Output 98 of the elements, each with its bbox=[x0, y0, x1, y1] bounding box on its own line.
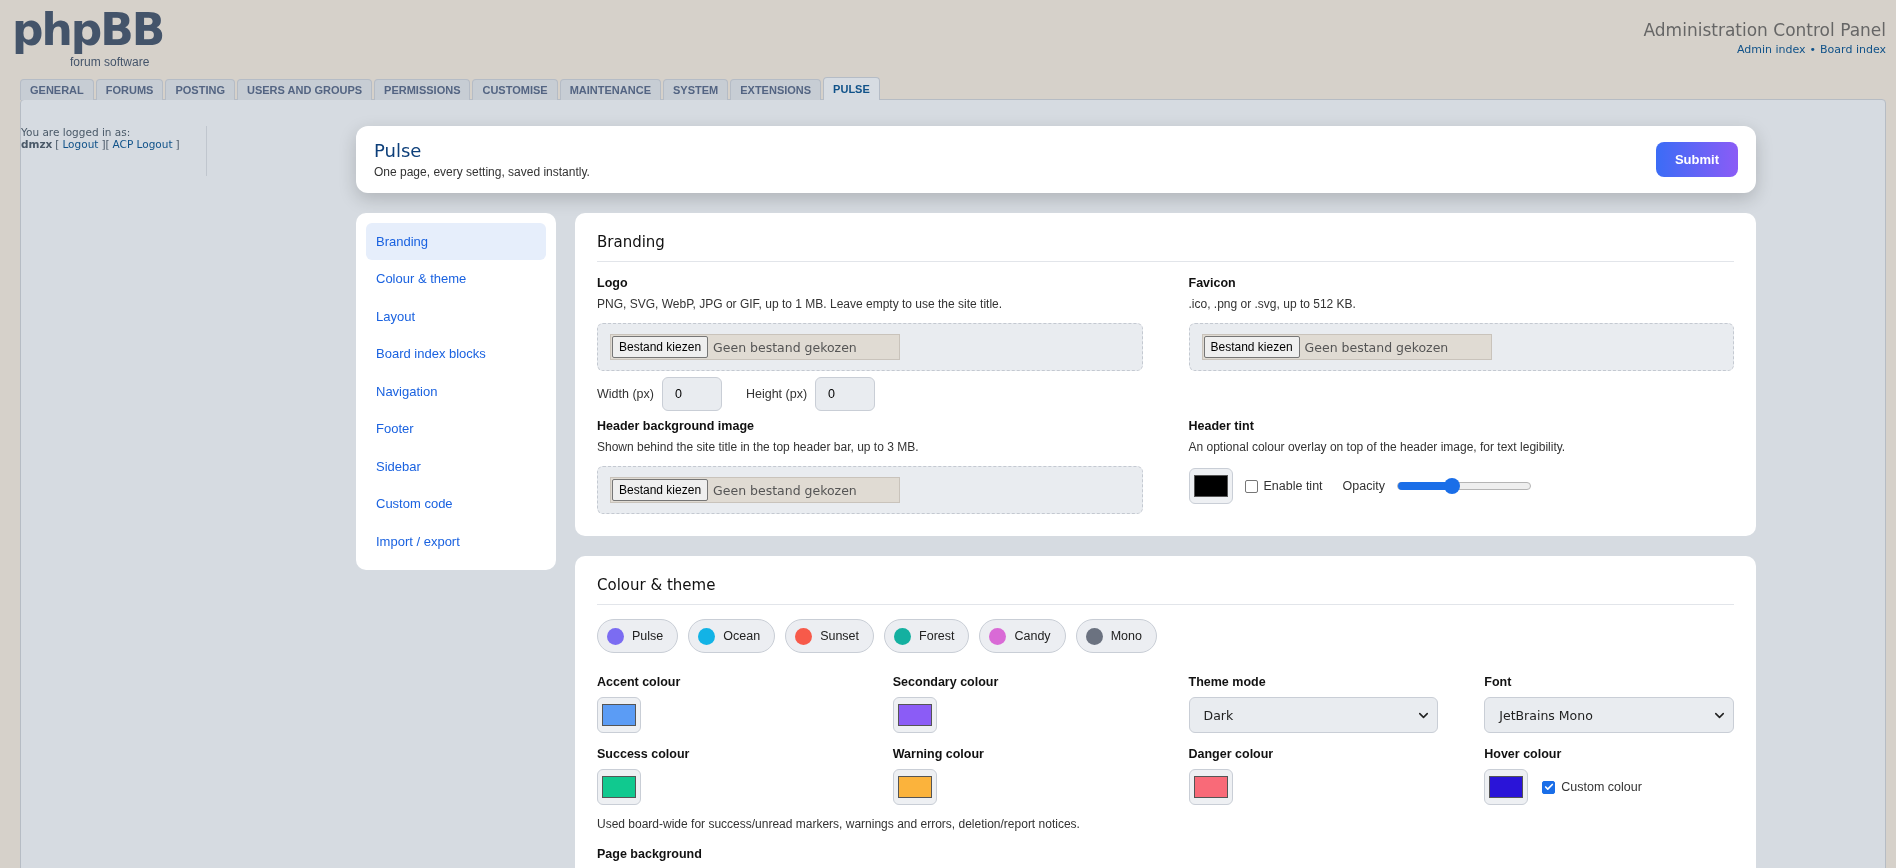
logo-tagline: forum software bbox=[70, 56, 150, 68]
slider-thumb[interactable] bbox=[1444, 478, 1461, 494]
field-label: Font bbox=[1484, 675, 1513, 689]
theme-preset[interactable]: Mono bbox=[1075, 619, 1157, 653]
nav-item[interactable]: Board index blocks bbox=[366, 335, 546, 372]
tab[interactable]: PULSE bbox=[823, 77, 880, 100]
file-input[interactable]: Bestand kiezen Geen bestand gekozen bbox=[1201, 334, 1492, 360]
dimension-label: Width (px) bbox=[597, 387, 654, 401]
tab[interactable]: SYSTEM bbox=[662, 79, 729, 100]
theme-preset[interactable]: Ocean bbox=[688, 619, 776, 653]
help-text: PNG, SVG, WebP, JPG or GIF, up to 1 MB. Leave empty to use the site title. bbox=[597, 297, 1004, 311]
drop-zone[interactable]: Bestand kiezen Geen bestand gekozen bbox=[597, 466, 1143, 514]
header-link[interactable]: Admin index bbox=[1736, 43, 1806, 56]
nav-item[interactable]: Branding bbox=[366, 223, 546, 260]
tab[interactable]: EXTENSIONS bbox=[730, 79, 822, 100]
field-label: Theme mode bbox=[1188, 675, 1267, 689]
field-label: Logo bbox=[597, 276, 629, 290]
file-status: Geen bestand gekozen bbox=[713, 339, 857, 355]
logout-link[interactable]: ACP Logout bbox=[112, 138, 173, 150]
color-picker[interactable] bbox=[1188, 769, 1233, 805]
dimension-label: Height (px) bbox=[745, 387, 808, 401]
nav-item[interactable]: Navigation bbox=[366, 373, 546, 410]
preset-label: Forest bbox=[919, 629, 955, 643]
tab[interactable]: CUSTOMISE bbox=[472, 79, 558, 100]
preset-label: Candy bbox=[1014, 629, 1051, 643]
logout-link[interactable]: Logout bbox=[62, 138, 99, 150]
file-input[interactable]: Bestand kiezen Geen bestand gekozen bbox=[610, 334, 900, 360]
nav-item[interactable]: Colour & theme bbox=[366, 260, 546, 297]
field-label: Header tint bbox=[1188, 419, 1255, 433]
preset-label: Ocean bbox=[723, 629, 761, 643]
choose-file-button[interactable]: Bestand kiezen bbox=[1203, 336, 1300, 358]
theme-preset[interactable]: Sunset bbox=[785, 619, 875, 653]
separator: • bbox=[1809, 43, 1817, 56]
preset-label: Pulse bbox=[632, 629, 664, 643]
preset-label: Sunset bbox=[820, 629, 860, 643]
help-text: .ico, .png or .svg, up to 512 KB. bbox=[1188, 297, 1357, 311]
color-picker[interactable] bbox=[597, 697, 641, 733]
section-title: Colour & theme bbox=[597, 574, 1734, 605]
tab[interactable]: USERS AND GROUPS bbox=[236, 79, 373, 100]
field-label: Success colour bbox=[597, 747, 691, 761]
field-label: Hover colour bbox=[1484, 747, 1563, 761]
number-input[interactable]: 0 bbox=[815, 377, 876, 411]
page-subtitle: One page, every setting, saved instantly. bbox=[374, 165, 590, 179]
page-title: Pulse bbox=[374, 140, 423, 161]
field-label: Warning colour bbox=[892, 747, 985, 761]
field-label: Page background bbox=[597, 847, 703, 861]
bracket: ] bbox=[175, 138, 180, 150]
submit-button[interactable]: Submit bbox=[1655, 142, 1738, 177]
theme-preset[interactable]: Pulse bbox=[597, 619, 679, 653]
field-label: Accent colour bbox=[597, 675, 682, 689]
choose-file-button[interactable]: Bestand kiezen bbox=[612, 336, 709, 358]
choose-file-button[interactable]: Bestand kiezen bbox=[612, 479, 709, 501]
preset-label: Mono bbox=[1110, 629, 1142, 643]
drop-zone[interactable]: Bestand kiezen Geen bestand gekozen bbox=[1188, 323, 1734, 371]
nav-item[interactable]: Import / export bbox=[366, 523, 546, 560]
help-text: Shown behind the site title in the top header bar, up to 3 MB. bbox=[597, 440, 920, 454]
bracket: ][ bbox=[101, 138, 110, 150]
bracket: [ bbox=[55, 138, 60, 150]
check-icon bbox=[1543, 782, 1554, 792]
number-input[interactable]: 0 bbox=[661, 377, 722, 411]
select-field[interactable]: Dark bbox=[1188, 697, 1439, 733]
color-picker[interactable] bbox=[597, 769, 641, 805]
checkbox[interactable] bbox=[1542, 780, 1556, 794]
color-picker[interactable] bbox=[1484, 769, 1529, 805]
help-text: Used board-wide for success/unread markers, warnings and errors, deletion/report notices. bbox=[597, 817, 1081, 831]
tab[interactable]: POSTING bbox=[165, 79, 235, 100]
file-status: Geen bestand gekozen bbox=[713, 482, 857, 498]
color-picker[interactable] bbox=[892, 769, 937, 805]
panel-title: Administration Control Panel bbox=[1643, 20, 1886, 40]
tab[interactable]: FORUMS bbox=[95, 79, 164, 100]
nav-item[interactable]: Layout bbox=[366, 298, 546, 335]
help-text: An optional colour overlay on top of the header image, for text legibility. bbox=[1188, 440, 1567, 454]
nav-item[interactable]: Custom code bbox=[366, 485, 546, 522]
color-picker[interactable] bbox=[1188, 468, 1233, 504]
login-label: You are logged in as: bbox=[21, 126, 131, 138]
field-label: Favicon bbox=[1188, 276, 1237, 290]
color-picker[interactable] bbox=[892, 697, 937, 733]
nav-item[interactable]: Footer bbox=[366, 410, 546, 447]
tab[interactable]: MAINTENANCE bbox=[559, 79, 661, 100]
field-label: Header background image bbox=[597, 419, 755, 433]
field-label: Secondary colour bbox=[892, 675, 1000, 689]
checkbox-label: Custom colour bbox=[1561, 780, 1642, 794]
section-title: Branding bbox=[597, 231, 1734, 262]
theme-preset[interactable]: Forest bbox=[884, 619, 970, 653]
tab[interactable]: GENERAL bbox=[20, 79, 94, 100]
checkbox-label: Enable tint bbox=[1263, 479, 1323, 493]
drop-zone[interactable]: Bestand kiezen Geen bestand gekozen bbox=[597, 323, 1143, 371]
header-link[interactable]: Board index bbox=[1820, 43, 1886, 56]
file-status: Geen bestand gekozen bbox=[1304, 339, 1449, 355]
checkbox[interactable] bbox=[1244, 479, 1258, 493]
field-label: Danger colour bbox=[1188, 747, 1275, 761]
select-field[interactable]: JetBrains Mono bbox=[1484, 697, 1734, 733]
file-input[interactable]: Bestand kiezen Geen bestand gekozen bbox=[610, 477, 900, 503]
slider-label: Opacity bbox=[1342, 479, 1385, 493]
username: dmzx bbox=[21, 138, 53, 150]
theme-preset[interactable]: Candy bbox=[979, 619, 1066, 653]
tab[interactable]: PERMISSIONS bbox=[374, 79, 471, 100]
nav-item[interactable]: Sidebar bbox=[366, 448, 546, 485]
